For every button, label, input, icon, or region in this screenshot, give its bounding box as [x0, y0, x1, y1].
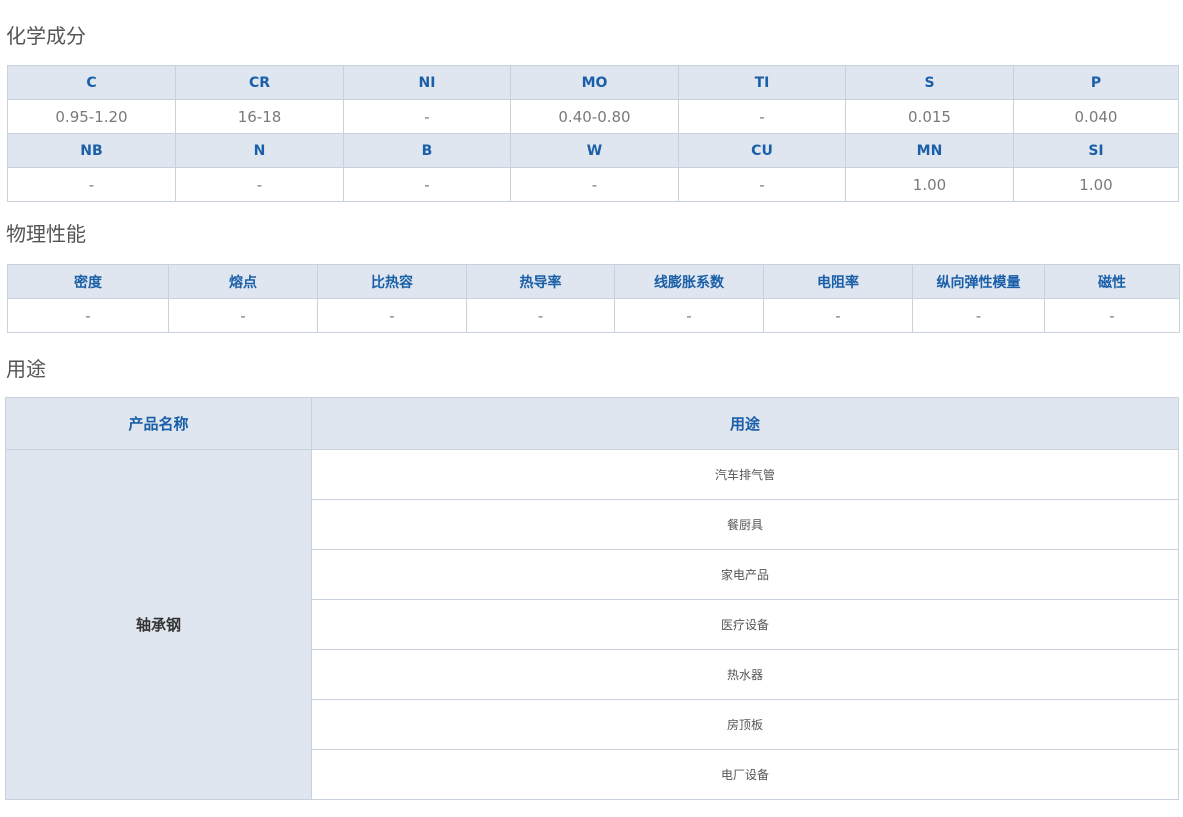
physical-value-cell: - [912, 298, 1045, 333]
physical-value-cell: - [466, 298, 615, 333]
chemical-value-cell: 0.95-1.20 [7, 99, 176, 134]
physical-header-cell: 线膨胀系数 [614, 264, 764, 299]
chemical-header-cell: B [343, 133, 511, 168]
usage-item-cell: 电厂设备 [311, 749, 1179, 800]
chemical-value-cell: 0.015 [845, 99, 1014, 134]
chemical-header-cell: N [175, 133, 344, 168]
chemical-value-cell: 1.00 [1013, 167, 1179, 202]
physical-header-cell: 密度 [7, 264, 169, 299]
section-title-chemical: 化学成分 [6, 24, 86, 48]
physical-header-cell: 比热容 [317, 264, 467, 299]
physical-header-row: 密度 熔点 比热容 热导率 线膨胀系数 电阻率 纵向弹性模量 磁性 [7, 264, 1180, 299]
physical-header-cell: 电阻率 [763, 264, 913, 299]
chemical-header-cell: MN [845, 133, 1014, 168]
chemical-header-cell: MO [510, 65, 679, 100]
chemical-value-cell: 0.040 [1013, 99, 1179, 134]
chemical-header-cell: P [1013, 65, 1179, 100]
chemical-header-cell: CU [678, 133, 846, 168]
chemical-header-cell: S [845, 65, 1014, 100]
chemical-value-row: 0.95-1.20 16-18 - 0.40-0.80 - 0.015 0.04… [7, 99, 1179, 134]
usage-header-use: 用途 [311, 397, 1179, 450]
physical-header-cell: 熔点 [168, 264, 318, 299]
chemical-header-cell: W [510, 133, 679, 168]
chemical-value-cell: - [175, 167, 344, 202]
chemical-value-row: - - - - - 1.00 1.00 [7, 167, 1179, 202]
usage-product-cell: 轴承钢 [5, 449, 312, 800]
usage-row: 轴承钢 汽车排气管 [5, 449, 1179, 800]
chemical-header-cell: NI [343, 65, 511, 100]
usage-item-cell: 房顶板 [311, 699, 1179, 750]
chemical-value-cell: - [678, 167, 846, 202]
physical-value-cell: - [1044, 298, 1180, 333]
physical-table: 密度 熔点 比热容 热导率 线膨胀系数 电阻率 纵向弹性模量 磁性 - - - … [7, 264, 1180, 333]
chemical-header-cell: CR [175, 65, 344, 100]
chemical-value-cell: 16-18 [175, 99, 344, 134]
chemical-header-cell: NB [7, 133, 176, 168]
usage-item-cell: 餐厨具 [311, 499, 1179, 550]
chemical-header-row: NB N B W CU MN SI [7, 133, 1179, 168]
physical-value-cell: - [168, 298, 318, 333]
chemical-value-cell: - [510, 167, 679, 202]
chemical-value-cell: - [343, 99, 511, 134]
physical-header-cell: 磁性 [1044, 264, 1180, 299]
usage-item-cell: 汽车排气管 [311, 449, 1179, 500]
section-title-usage: 用途 [6, 357, 46, 381]
chemical-header-cell: TI [678, 65, 846, 100]
chemical-value-cell: 0.40-0.80 [510, 99, 679, 134]
usage-header-product-name: 产品名称 [5, 397, 312, 450]
physical-value-cell: - [317, 298, 467, 333]
physical-value-row: - - - - - - - - [7, 298, 1180, 333]
physical-value-cell: - [763, 298, 913, 333]
usage-item-cell: 医疗设备 [311, 599, 1179, 650]
chemical-header-cell: SI [1013, 133, 1179, 168]
physical-header-cell: 热导率 [466, 264, 615, 299]
physical-header-cell: 纵向弹性模量 [912, 264, 1045, 299]
chemical-table: C CR NI MO TI S P 0.95-1.20 16-18 - 0.40… [7, 65, 1179, 202]
chemical-header-cell: C [7, 65, 176, 100]
chemical-value-cell: - [343, 167, 511, 202]
usage-item-cell: 家电产品 [311, 549, 1179, 600]
chemical-header-row: C CR NI MO TI S P [7, 65, 1179, 100]
physical-value-cell: - [614, 298, 764, 333]
usage-table: 产品名称 用途 轴承钢 汽车排气管 餐厨具 家电产品 医疗设备 热水器 房顶板 … [5, 397, 1179, 800]
chemical-value-cell: - [7, 167, 176, 202]
chemical-value-cell: 1.00 [845, 167, 1014, 202]
section-title-physical: 物理性能 [6, 222, 86, 246]
usage-header-row: 产品名称 用途 [5, 397, 1179, 450]
usage-item-cell: 热水器 [311, 649, 1179, 700]
chemical-value-cell: - [678, 99, 846, 134]
physical-value-cell: - [7, 298, 169, 333]
